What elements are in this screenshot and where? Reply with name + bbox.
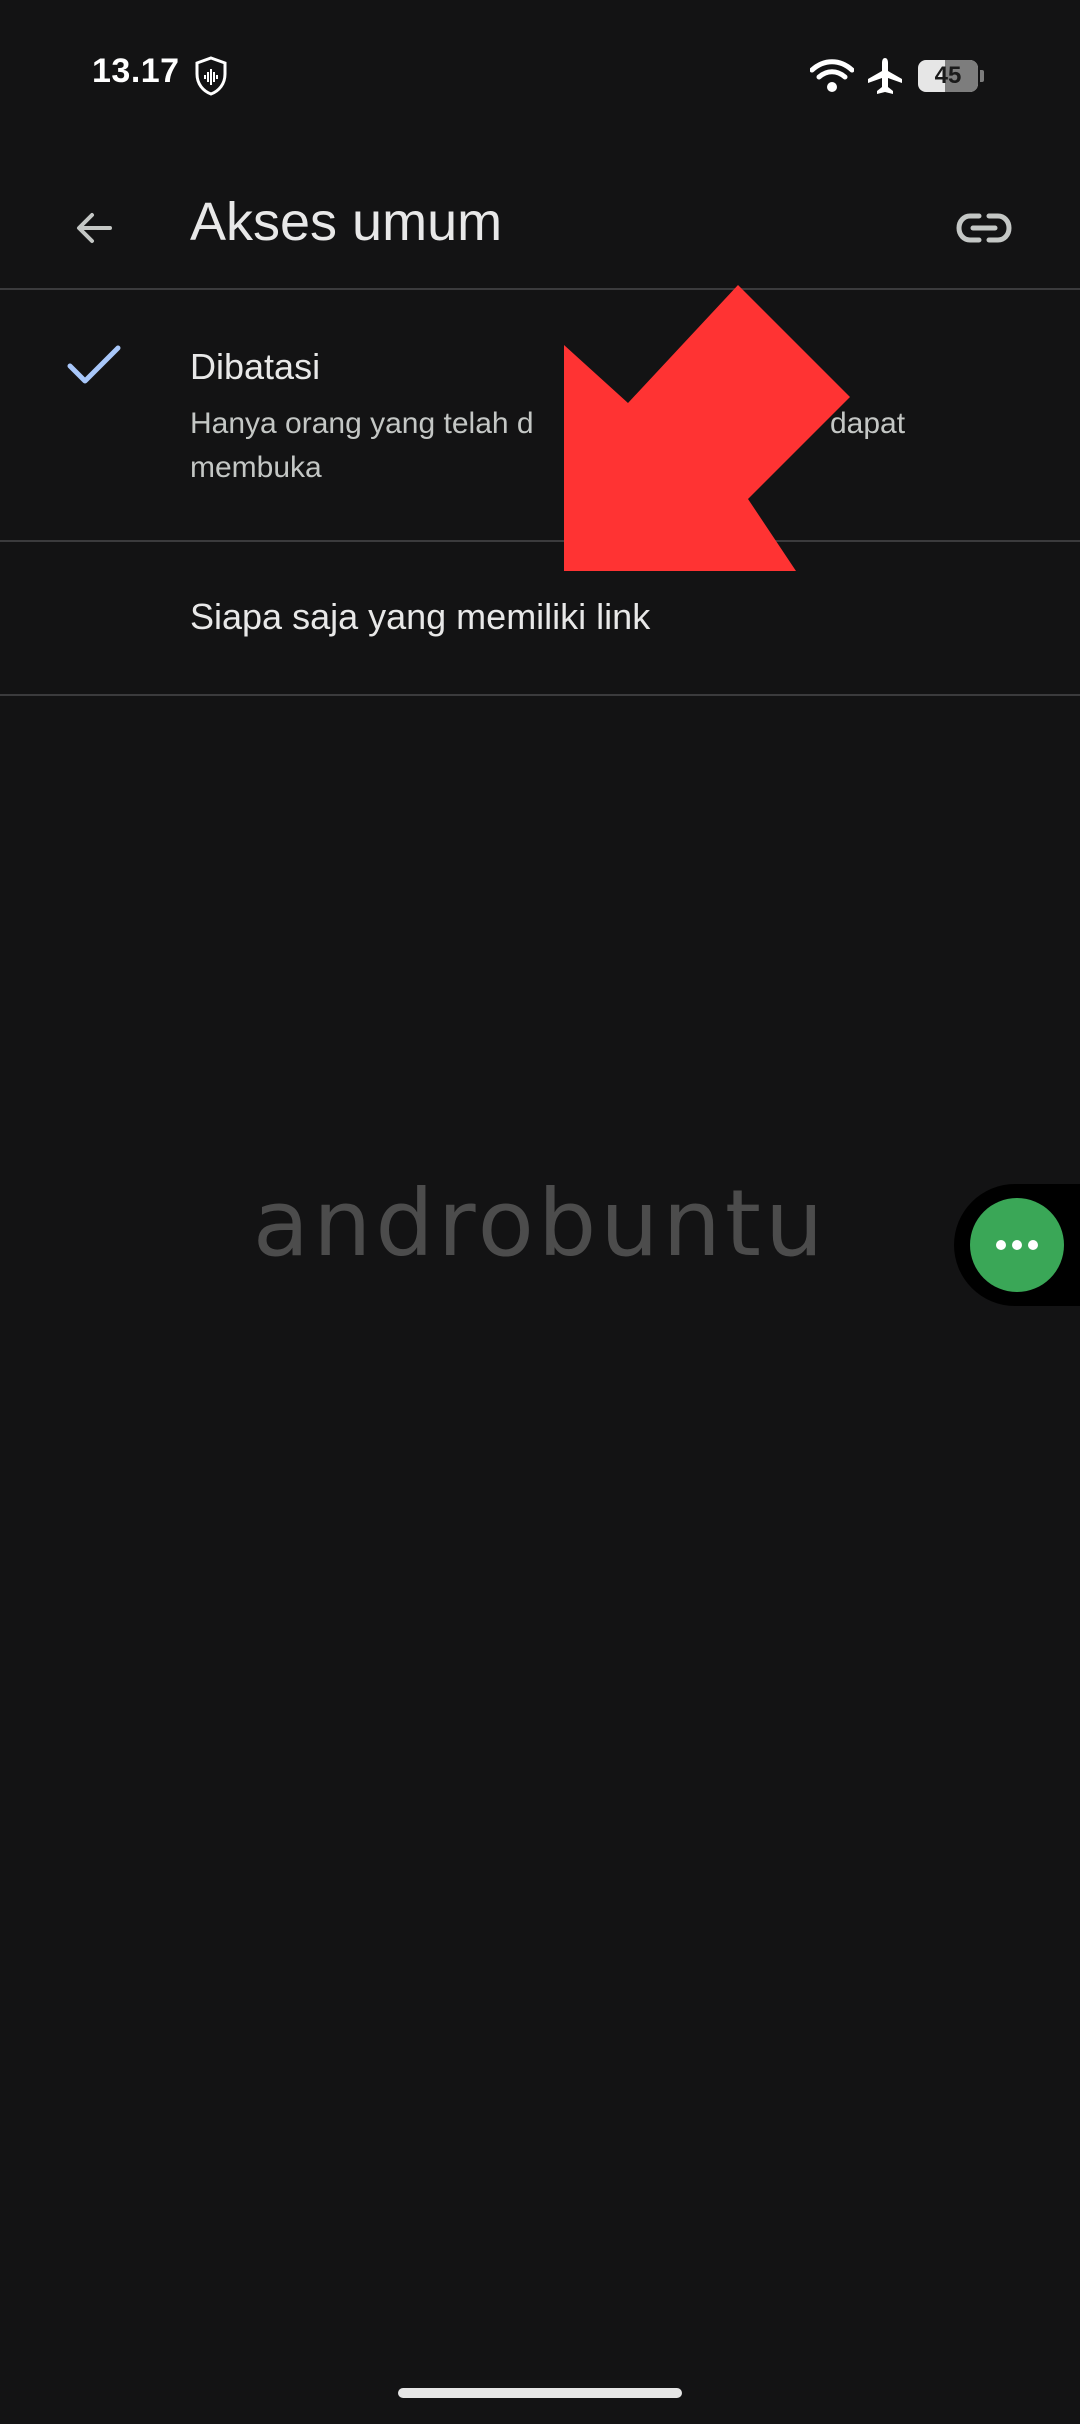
gesture-navigation-bar[interactable] bbox=[398, 2388, 682, 2398]
floating-chat-button[interactable] bbox=[970, 1198, 1064, 1292]
page-title: Akses umum bbox=[190, 192, 503, 252]
option-restricted-description-left: Hanya orang yang telah d bbox=[190, 407, 534, 440]
option-anyone-with-link[interactable]: Siapa saja yang memiliki link bbox=[0, 542, 1080, 694]
check-icon bbox=[67, 345, 121, 384]
app-bar: Akses umum bbox=[0, 160, 1080, 288]
battery-level: 45 bbox=[934, 62, 962, 89]
option-anyone-with-link-title: Siapa saja yang memiliki link bbox=[190, 596, 651, 637]
copy-link-button[interactable] bbox=[946, 190, 1022, 266]
option-restricted[interactable]: Dibatasi Hanya orang yang telah d dapat … bbox=[0, 290, 1080, 540]
airplane-mode-icon bbox=[868, 58, 902, 94]
back-button[interactable] bbox=[56, 190, 132, 266]
option-restricted-title: Dibatasi bbox=[190, 346, 321, 387]
wifi-icon bbox=[810, 59, 854, 92]
status-time: 13.17 bbox=[92, 52, 180, 90]
floating-bubble bbox=[954, 1184, 1080, 1306]
battery-icon: 45 bbox=[918, 60, 984, 92]
divider bbox=[0, 694, 1080, 696]
more-horiz-icon bbox=[996, 1240, 1038, 1250]
arrow-back-icon bbox=[77, 213, 112, 243]
shield-icon bbox=[195, 56, 227, 96]
status-bar: 13.17 45 bbox=[0, 0, 1080, 140]
annotation-arrow bbox=[564, 285, 850, 571]
watermark: androbuntu bbox=[252, 1170, 828, 1277]
link-icon bbox=[956, 213, 1012, 243]
